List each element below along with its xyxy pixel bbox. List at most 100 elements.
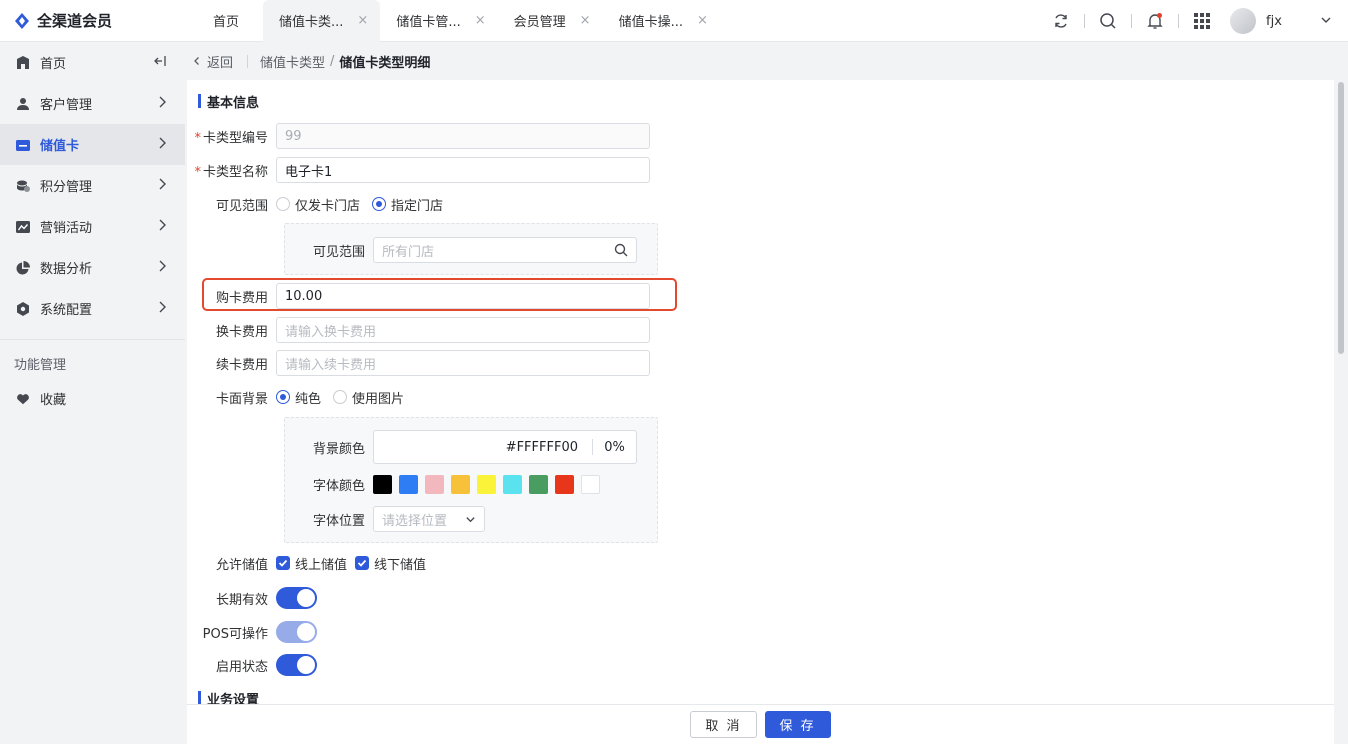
long-term-switch[interactable] xyxy=(276,587,317,609)
sidebar-item-label: 积分管理 xyxy=(40,180,93,195)
purchase-fee-input[interactable]: 10.00 xyxy=(276,283,650,309)
checkbox-online-stored-value[interactable]: 线上储值 xyxy=(276,554,347,573)
avatar[interactable] xyxy=(1230,8,1256,34)
breadcrumb-separator: / xyxy=(330,53,335,69)
tab-home[interactable]: 首页 xyxy=(195,0,263,42)
check-icon xyxy=(355,556,370,570)
tab-label: 储值卡管... xyxy=(396,15,461,30)
bg-color-picker[interactable]: #FFFFFF00 0% xyxy=(373,430,637,464)
color-swatch[interactable] xyxy=(581,475,600,494)
chevron-right-icon xyxy=(157,137,167,153)
close-icon[interactable]: × xyxy=(580,13,591,28)
sidebar-item-marketing[interactable]: 营销活动 xyxy=(0,206,185,247)
color-swatch[interactable] xyxy=(529,475,548,494)
pos-operable-switch[interactable] xyxy=(276,621,317,643)
chevron-down-icon[interactable] xyxy=(1320,14,1334,29)
row-card-background: 卡面背景 纯色 使用图片 xyxy=(187,384,416,410)
radio-solid-color[interactable]: 纯色 xyxy=(276,388,321,407)
row-enabled: 启用状态 xyxy=(187,654,317,676)
close-icon[interactable]: × xyxy=(357,13,368,28)
collapse-sidebar-icon[interactable] xyxy=(153,54,167,72)
notification-bell-icon[interactable] xyxy=(1143,9,1167,33)
chevron-left-icon xyxy=(194,57,199,65)
sidebar-item-home[interactable]: 首页 xyxy=(0,42,185,83)
tab-member-management[interactable]: 会员管理 × xyxy=(498,0,603,42)
breadcrumb-parent[interactable]: 储值卡类型 xyxy=(260,52,325,71)
field-label: 可见范围 xyxy=(312,244,365,260)
checkbox-offline-stored-value[interactable]: 线下储值 xyxy=(355,554,426,573)
refresh-icon[interactable] xyxy=(1049,9,1073,33)
sidebar-item-label: 收藏 xyxy=(40,393,67,408)
user-icon xyxy=(16,97,30,111)
row-purchase-fee: 购卡费用 10.00 xyxy=(187,283,650,309)
card-type-name-input[interactable]: 电子卡1 xyxy=(276,157,650,183)
save-button[interactable]: 保 存 xyxy=(764,711,831,738)
sidebar-item-customer[interactable]: 客户管理 xyxy=(0,83,185,124)
section-accent-bar xyxy=(198,94,201,108)
chevron-right-icon xyxy=(157,260,167,276)
radio-issuing-store-only[interactable]: 仅发卡门店 xyxy=(276,195,360,214)
tab-label: 储值卡操... xyxy=(618,15,683,30)
close-icon[interactable]: × xyxy=(697,13,708,28)
tab-card-management[interactable]: 储值卡管... × xyxy=(380,0,497,42)
bg-color-hex: #FFFFFF00 xyxy=(505,439,578,455)
form-card: ​ 基本信息 * 卡类型编号 99 * 卡类型名称 电子卡1 可见范围 仅发卡门店 … xyxy=(187,80,1334,744)
renew-fee-input[interactable]: 请输入续卡费用 xyxy=(276,350,650,376)
tab-label: 首页 xyxy=(213,15,240,30)
row-card-type-name: * 卡类型名称 电子卡1 xyxy=(187,157,650,183)
color-swatch[interactable] xyxy=(373,475,392,494)
tab-card-operation[interactable]: 储值卡操... × xyxy=(603,0,720,42)
sidebar-item-data-analysis[interactable]: 数据分析 xyxy=(0,247,185,288)
field-label: 可见范围 xyxy=(215,198,268,214)
sidebar: 首页 客户管理 储值卡 积分管理 营销活动 数据分析 系统配置 功能管理 收藏 xyxy=(0,42,185,744)
color-swatch[interactable] xyxy=(451,475,470,494)
sidebar-item-label: 客户管理 xyxy=(40,98,93,113)
app-logo[interactable]: 全渠道会员 xyxy=(0,10,185,31)
row-renew-fee: 续卡费用 请输入续卡费用 xyxy=(187,350,650,376)
radio-use-image[interactable]: 使用图片 xyxy=(333,388,404,407)
font-position-select[interactable]: 请选择位置 xyxy=(373,506,485,532)
sidebar-item-system-config[interactable]: 系统配置 xyxy=(0,288,185,329)
close-icon[interactable]: × xyxy=(475,13,486,28)
settings-icon xyxy=(16,301,30,316)
enabled-switch[interactable] xyxy=(276,654,317,676)
back-link[interactable]: 返回 xyxy=(191,52,233,71)
row-visibility: 可见范围 仅发卡门店 指定门店 xyxy=(187,191,455,217)
exchange-fee-input[interactable]: 请输入换卡费用 xyxy=(276,317,650,343)
color-swatch[interactable] xyxy=(555,475,574,494)
sidebar-item-stored-value-card[interactable]: 储值卡 xyxy=(0,124,185,165)
card-type-code-input[interactable]: 99 xyxy=(276,123,650,149)
vertical-scrollbar[interactable] xyxy=(1338,82,1344,354)
radio-specified-stores[interactable]: 指定门店 xyxy=(372,195,443,214)
divider xyxy=(1084,14,1085,28)
sidebar-item-points[interactable]: 积分管理 xyxy=(0,165,185,206)
tab-label: 储值卡类... xyxy=(279,15,344,30)
back-label: 返回 xyxy=(207,55,234,71)
home-icon xyxy=(16,55,30,70)
color-swatch[interactable] xyxy=(503,475,522,494)
visibility-subpanel: 可见范围 所有门店 xyxy=(284,223,658,275)
visible-stores-select[interactable]: 所有门店 xyxy=(373,237,637,263)
sidebar-item-favorites[interactable]: 收藏 xyxy=(0,378,185,419)
sidebar-item-label: 系统配置 xyxy=(40,303,93,318)
row-bg-color: 背景颜色 #FFFFFF00 0% xyxy=(285,430,637,464)
row-pos-operable: POS可操作 xyxy=(187,621,317,643)
field-label: 字体颜色 xyxy=(312,479,365,494)
check-icon xyxy=(276,556,290,570)
field-label: POS可操作 xyxy=(202,626,268,642)
color-swatch[interactable] xyxy=(477,475,496,494)
apps-grid-icon[interactable] xyxy=(1190,9,1214,33)
user-name[interactable]: fjx xyxy=(1266,14,1320,29)
field-label: 字体位置 xyxy=(312,513,365,529)
cancel-button[interactable]: 取 消 xyxy=(690,711,757,738)
search-icon[interactable] xyxy=(1096,9,1120,33)
tab-card-type[interactable]: 储值卡类... × xyxy=(263,0,381,42)
field-label: 换卡费用 xyxy=(215,324,268,340)
breadcrumb: 返回 储值卡类型 / 储值卡类型明细 xyxy=(185,42,1348,80)
points-icon xyxy=(16,179,30,193)
color-swatch[interactable] xyxy=(425,475,444,494)
heart-icon xyxy=(16,392,30,406)
bg-color-opacity: 0% xyxy=(604,439,625,455)
row-font-position: 字体位置 请选择位置 xyxy=(285,506,485,532)
color-swatch[interactable] xyxy=(399,475,418,494)
